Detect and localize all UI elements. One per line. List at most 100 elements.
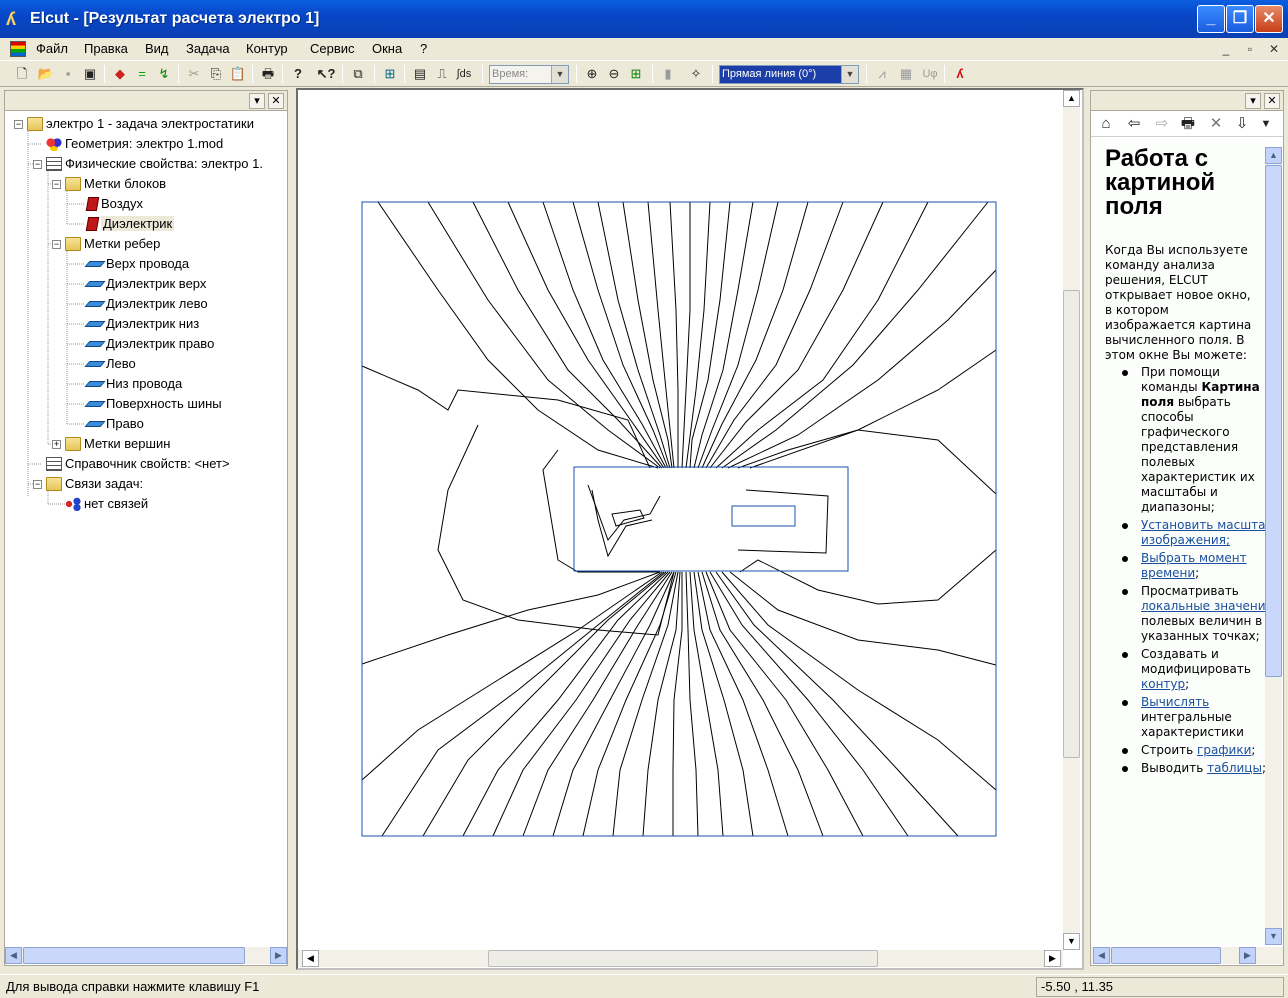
tree-edge-item[interactable]: Диэлектрик низ xyxy=(84,314,199,334)
equals-icon[interactable]: = xyxy=(132,64,152,84)
zoom-in-icon[interactable]: ⊕ xyxy=(582,64,602,84)
menu-edit[interactable]: Правка xyxy=(84,41,128,56)
tree-geometry[interactable]: Геометрия: электро 1.mod xyxy=(46,134,223,154)
close-icon[interactable]: ✕ xyxy=(1264,93,1280,109)
help-horizontal-scrollbar[interactable]: ◀ ▶ xyxy=(1091,947,1283,964)
help-link[interactable]: Вычислять xyxy=(1141,695,1209,709)
chevron-down-icon[interactable]: ▾ xyxy=(249,93,265,109)
new-file-icon[interactable]: 🗋 xyxy=(12,64,32,84)
download-arrow-icon[interactable]: ⇩ xyxy=(1233,115,1251,133)
field-horizontal-scrollbar[interactable]: ◀ ▶ xyxy=(298,950,1063,967)
menu-file[interactable]: Файл xyxy=(36,41,68,56)
scroll-right-icon[interactable]: ▶ xyxy=(270,947,287,964)
time-combo[interactable]: Время: ▼ xyxy=(489,65,569,84)
graph-icon[interactable]: ⩘ xyxy=(872,64,892,84)
field-vertical-scrollbar[interactable]: ▲ ▼ xyxy=(1063,90,1080,950)
menu-windows[interactable]: Окна xyxy=(372,41,402,56)
tree-block-air[interactable]: Воздух xyxy=(85,194,143,214)
scroll-left-icon[interactable]: ◀ xyxy=(5,947,22,964)
help-link[interactable]: контур xyxy=(1141,677,1185,691)
paste-icon[interactable]: 📋 xyxy=(228,64,248,84)
tree-links[interactable]: Связи задач: xyxy=(46,474,143,494)
print-icon[interactable]: 🖶 xyxy=(1179,115,1197,133)
title-bar[interactable]: ʎ Elcut - [Результат расчета электро 1] … xyxy=(0,0,1288,38)
scroll-up-icon[interactable]: ▲ xyxy=(1265,147,1282,164)
tree-edge-labels[interactable]: Метки ребер xyxy=(65,234,160,254)
cut-icon[interactable]: ✂ xyxy=(184,64,204,84)
tree-edge-item[interactable]: Право xyxy=(84,414,144,434)
tree-edge-item[interactable]: Диэлектрик лево xyxy=(84,294,208,314)
tree-edge-item[interactable]: Лево xyxy=(84,354,136,374)
home-icon[interactable]: ⌂ xyxy=(1097,115,1115,133)
scroll-left-icon[interactable]: ◀ xyxy=(1093,947,1110,964)
context-help-icon[interactable]: ↖? xyxy=(316,64,336,84)
scroll-left-icon[interactable]: ◀ xyxy=(302,950,319,967)
chevron-down-icon[interactable]: ▼ xyxy=(1257,115,1275,133)
tree-no-links[interactable]: нет связей xyxy=(65,494,148,514)
help-link[interactable]: графики xyxy=(1197,743,1251,757)
chevron-down-icon[interactable]: ▼ xyxy=(551,66,568,83)
windows-icon[interactable]: ⧉ xyxy=(348,64,368,84)
menu-service[interactable]: Сервис xyxy=(310,41,355,56)
expand-toggle[interactable]: + xyxy=(52,440,61,449)
mdi-restore-button[interactable]: ▫ xyxy=(1242,41,1258,57)
chevron-down-icon[interactable]: ▼ xyxy=(841,66,858,83)
scrollbar-thumb[interactable] xyxy=(488,950,878,967)
tree-root[interactable]: электро 1 - задача электростатики xyxy=(27,114,254,134)
field-picture-icon[interactable]: ⊞ xyxy=(380,64,400,84)
zoom-fit-icon[interactable]: ⊞ xyxy=(626,64,646,84)
collapse-toggle[interactable]: − xyxy=(52,240,61,249)
menu-view[interactable]: Вид xyxy=(145,41,169,56)
field-view-window[interactable]: ▲ ▼ ◀ ▶ xyxy=(296,88,1084,970)
copy-icon[interactable]: ⎘ xyxy=(206,64,226,84)
back-arrow-icon[interactable]: ⇦ xyxy=(1125,115,1143,133)
tree-library[interactable]: Справочник свойств: <нет> xyxy=(46,454,230,474)
tree-edge-item[interactable]: Низ провода xyxy=(84,374,182,394)
zoom-out-icon[interactable]: ⊖ xyxy=(604,64,624,84)
field-picture-canvas[interactable] xyxy=(298,90,1064,950)
scrollbar-thumb[interactable] xyxy=(1063,290,1080,758)
tree-edge-item[interactable]: Диэлектрик право xyxy=(84,334,214,354)
scroll-up-icon[interactable]: ▲ xyxy=(1063,90,1080,107)
table-icon[interactable]: ▤ xyxy=(410,64,430,84)
tree-physical-properties[interactable]: Физические свойства: электро 1. xyxy=(46,154,263,174)
forward-arrow-icon[interactable]: ⇨ xyxy=(1153,115,1171,133)
scroll-right-icon[interactable]: ▶ xyxy=(1044,950,1061,967)
maximize-button[interactable]: ❐ xyxy=(1226,5,1254,33)
contour-type-combo[interactable]: Прямая линия (0°) ▼ xyxy=(719,65,859,84)
print-icon[interactable]: 🖶 xyxy=(258,64,278,84)
help-link[interactable]: Выбрать момент времени xyxy=(1141,551,1247,580)
minimize-button[interactable]: _ xyxy=(1197,5,1225,33)
close-icon[interactable]: ✕ xyxy=(268,93,284,109)
help-vertical-scrollbar[interactable]: ▲ ▼ xyxy=(1265,147,1282,945)
values-table-icon[interactable]: ▦ xyxy=(896,64,916,84)
potential-icon[interactable]: Uφ xyxy=(920,64,940,84)
help-link[interactable]: таблицы xyxy=(1207,761,1262,775)
stop-icon[interactable]: ▮ xyxy=(658,64,678,84)
scrollbar-thumb[interactable] xyxy=(1111,947,1221,964)
integral-icon[interactable]: ∫ds xyxy=(454,64,474,84)
close-icon[interactable]: ✕ xyxy=(1207,115,1225,133)
menu-task[interactable]: Задача xyxy=(186,41,230,56)
tree-vertex-labels[interactable]: Метки вершин xyxy=(65,434,170,454)
new-contour-icon[interactable]: ✧ xyxy=(686,64,706,84)
tree-edge-item[interactable]: Поверхность шины xyxy=(84,394,222,414)
help-link[interactable]: Установить масштаб изображения; xyxy=(1141,518,1265,547)
solve-icon[interactable]: ↯ xyxy=(154,64,174,84)
tree-block-labels[interactable]: Метки блоков xyxy=(65,174,166,194)
save-icon[interactable]: ▪ xyxy=(58,64,78,84)
tree-edge-item[interactable]: Диэлектрик верх xyxy=(84,274,206,294)
geometry-icon[interactable]: ◆ xyxy=(110,64,130,84)
elcut-logo-icon[interactable]: ʎ xyxy=(6,9,28,29)
close-button[interactable]: ✕ xyxy=(1255,5,1283,33)
open-folder-icon[interactable]: 📂 xyxy=(36,64,56,84)
scroll-down-icon[interactable]: ▼ xyxy=(1063,933,1080,950)
help-link[interactable]: локальные значения xyxy=(1141,599,1265,613)
mdi-minimize-button[interactable]: _ xyxy=(1218,41,1234,57)
save-all-icon[interactable]: ▣ xyxy=(80,64,100,84)
collapse-toggle[interactable]: − xyxy=(33,480,42,489)
scrollbar-thumb[interactable] xyxy=(1265,165,1282,677)
tree-block-dielectric[interactable]: Диэлектрик xyxy=(85,214,175,234)
scrollbar-thumb[interactable] xyxy=(23,947,245,964)
document-icon[interactable] xyxy=(10,41,26,57)
